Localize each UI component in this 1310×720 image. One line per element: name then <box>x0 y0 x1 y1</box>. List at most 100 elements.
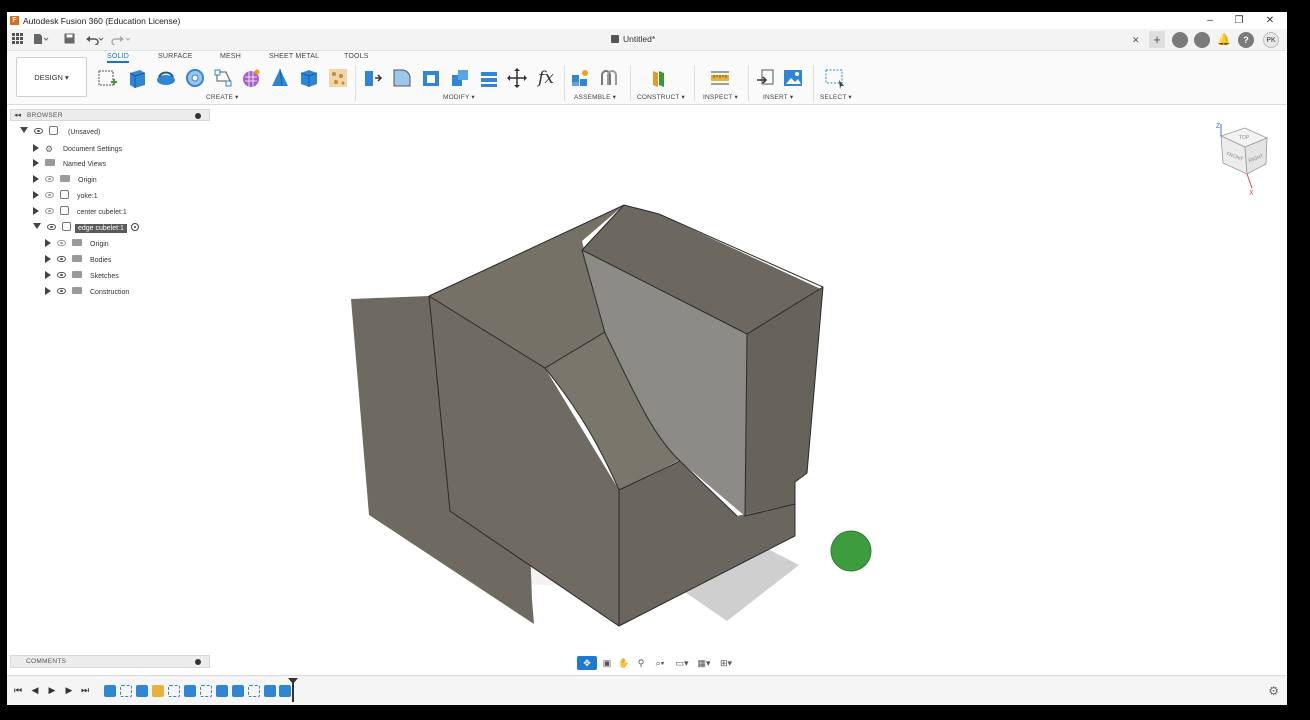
tree-item-bodies[interactable]: Bodies <box>45 254 111 268</box>
grid-settings-icon[interactable]: ▦▾ <box>695 656 713 670</box>
save-icon[interactable] <box>64 33 75 47</box>
visibility-eye-icon[interactable] <box>45 192 54 198</box>
browser-header[interactable]: ◂◂ BROWSER <box>10 109 210 121</box>
help-icon[interactable]: ? <box>1238 32 1254 48</box>
box-tool[interactable] <box>298 67 320 89</box>
tree-item-named-views[interactable]: Named Views <box>33 158 106 172</box>
timeline-marker-handle[interactable] <box>288 678 298 684</box>
restore-button[interactable]: ❐ <box>1232 14 1246 27</box>
workspace-switcher[interactable]: DESIGN ▾ <box>16 57 87 97</box>
expand-toggle-icon[interactable] <box>45 255 51 263</box>
timeline-last-icon[interactable]: ⏭ <box>79 684 91 696</box>
orbit-mode-icon[interactable]: ✥ <box>577 656 597 670</box>
shell-tool[interactable] <box>420 67 442 89</box>
close-tab-button[interactable]: ✕ <box>1132 33 1140 47</box>
insert-canvas-tool[interactable] <box>782 67 804 89</box>
expand-toggle-icon[interactable] <box>33 207 39 215</box>
comments-panel[interactable]: COMMENTS <box>10 655 210 668</box>
sweep-tool[interactable] <box>184 67 206 89</box>
measure-tool[interactable] <box>709 67 731 89</box>
close-window-button[interactable]: ✕ <box>1263 14 1277 27</box>
insert-menu[interactable]: INSERT ▾ <box>763 93 793 101</box>
timeline-feature-extrude[interactable] <box>216 685 228 697</box>
visibility-eye-icon[interactable] <box>47 224 56 230</box>
joint-tool[interactable] <box>598 67 620 89</box>
expand-toggle-icon[interactable] <box>45 239 51 247</box>
expand-toggle-icon[interactable] <box>20 127 28 133</box>
press-pull-tool[interactable] <box>362 67 384 89</box>
loft-tool[interactable] <box>212 67 234 89</box>
combine-tool[interactable] <box>449 67 471 89</box>
timeline-feature-extrude[interactable] <box>184 685 196 697</box>
visibility-eye-icon[interactable] <box>57 256 66 262</box>
timeline-settings-gear-icon[interactable]: ⚙ <box>1268 684 1279 698</box>
document-tab[interactable]: Untitled* <box>611 34 655 44</box>
view-cube[interactable]: TOP FRONT RIGHT Z X <box>1216 123 1269 197</box>
timeline-feature-sketch[interactable] <box>200 685 212 697</box>
modify-menu[interactable]: MODIFY ▾ <box>443 93 475 101</box>
inspect-menu[interactable]: INSPECT ▾ <box>703 93 738 101</box>
visibility-eye-icon[interactable] <box>45 176 54 182</box>
timeline-feature-plane[interactable] <box>152 685 164 697</box>
display-settings-icon[interactable]: ▭▾ <box>673 656 691 670</box>
tree-root-unsaved[interactable]: (Unsaved) <box>20 126 100 140</box>
timeline-feature-combine[interactable] <box>232 685 244 697</box>
construct-menu[interactable]: CONSTRUCT ▾ <box>637 93 685 101</box>
visibility-eye-icon[interactable] <box>57 272 66 278</box>
collapse-panel-icon[interactable]: ◂◂ <box>14 111 21 119</box>
timeline-feature-sketch[interactable] <box>120 685 132 697</box>
pan-hand-icon[interactable]: ✋ <box>617 656 631 670</box>
create-menu[interactable]: CREATE ▾ <box>206 93 239 101</box>
tab-tools[interactable]: TOOLS <box>344 53 369 60</box>
split-body-tool[interactable] <box>478 67 500 89</box>
data-panel-grid-icon[interactable] <box>12 33 23 47</box>
undo-icon[interactable] <box>85 33 105 47</box>
create-sketch-tool[interactable] <box>97 67 119 89</box>
new-component-tool[interactable] <box>569 67 591 89</box>
timeline-feature-extrude[interactable] <box>136 685 148 697</box>
visibility-eye-icon[interactable] <box>57 288 66 294</box>
timeline-feature-sketch[interactable] <box>248 685 260 697</box>
tree-item-yoke[interactable]: yoke:1 <box>33 190 98 204</box>
timeline-play-icon[interactable]: ▶ <box>46 684 58 696</box>
fillet-tool[interactable] <box>391 67 413 89</box>
new-tab-button[interactable]: + <box>1149 31 1165 48</box>
expand-toggle-icon[interactable] <box>33 175 39 183</box>
panel-pin-icon[interactable] <box>195 659 201 665</box>
tree-item-edge-origin[interactable]: Origin <box>45 238 109 252</box>
select-menu[interactable]: SELECT ▾ <box>820 93 852 101</box>
fit-zoom-icon[interactable]: ⌕▾ <box>651 656 669 670</box>
tab-solid[interactable]: SOLID <box>107 53 130 63</box>
expand-toggle-icon[interactable] <box>33 223 41 229</box>
tree-item-sketches[interactable]: Sketches <box>45 270 119 284</box>
timeline-feature-extrude[interactable] <box>279 685 291 697</box>
timeline-feature-extrude[interactable] <box>104 685 116 697</box>
timeline-feature-sketch[interactable] <box>168 685 180 697</box>
tab-sheet-metal[interactable]: SHEET METAL <box>269 53 319 60</box>
tree-item-center-cubelet[interactable]: center cubelet:1 <box>33 206 127 220</box>
timeline-feature-extrude[interactable] <box>264 685 276 697</box>
visibility-eye-icon[interactable] <box>34 128 43 134</box>
tree-item-edge-cubelet[interactable]: edge cubelet:1 <box>33 222 139 236</box>
minimize-button[interactable]: – <box>1203 14 1217 27</box>
tree-item-origin[interactable]: Origin <box>33 174 97 188</box>
insert-derive-tool[interactable] <box>754 67 776 89</box>
timeline-prev-icon[interactable]: ◀ <box>29 684 41 696</box>
viewports-icon[interactable]: ⊞▾ <box>717 656 735 670</box>
visibility-eye-icon[interactable] <box>45 208 54 214</box>
zoom-icon[interactable]: ⚲ <box>634 656 648 670</box>
timeline-first-icon[interactable]: ⏮ <box>12 684 24 696</box>
user-avatar[interactable]: PK <box>1263 32 1279 48</box>
job-status-icon[interactable] <box>1194 32 1210 48</box>
assemble-menu[interactable]: ASSEMBLE ▾ <box>574 93 616 101</box>
expand-toggle-icon[interactable] <box>33 159 39 167</box>
tree-item-document-settings[interactable]: ⚙ Document Settings <box>33 142 122 156</box>
change-parameters-fx-tool[interactable]: fx <box>535 67 557 89</box>
tab-surface[interactable]: SURFACE <box>158 53 192 60</box>
form-tool[interactable] <box>240 67 262 89</box>
pyramid-tool[interactable] <box>269 67 291 89</box>
expand-toggle-icon[interactable] <box>45 287 51 295</box>
panel-pin-icon[interactable] <box>195 113 201 119</box>
tree-item-construction[interactable]: Construction <box>45 286 129 300</box>
window-select-tool[interactable] <box>824 67 846 89</box>
